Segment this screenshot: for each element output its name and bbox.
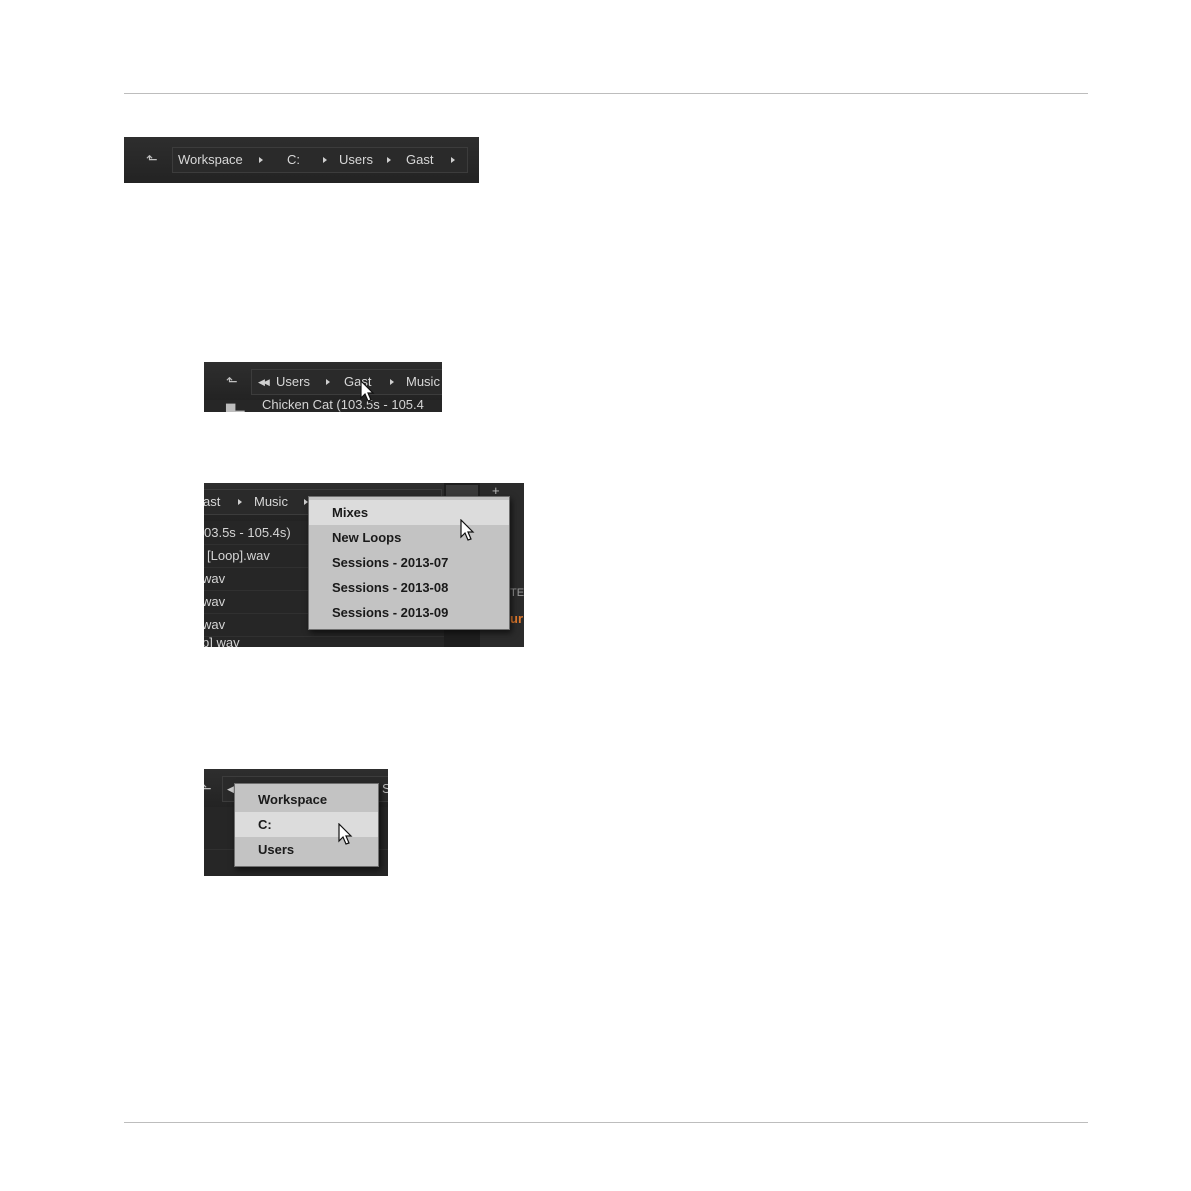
chevron-right-icon[interactable]: [390, 379, 394, 385]
truncated-breadcrumb-screenshot: ⬑ ◀◀ Users Gast Music ▇▃ Chicken Cat (10…: [204, 362, 442, 412]
file-name: [Loop].wav: [207, 548, 270, 563]
menu-item-label: Sessions - 2013-09: [332, 605, 449, 620]
menu-item-workspace[interactable]: Workspace: [235, 787, 378, 812]
breadcrumb-workspace[interactable]: Workspace: [178, 148, 243, 172]
breadcrumb-c[interactable]: C:: [287, 148, 300, 172]
menu-item-sessions-2013-08[interactable]: Sessions - 2013-08: [309, 575, 509, 600]
chevron-right-icon[interactable]: [238, 499, 242, 505]
menu-item-sessions-2013-07[interactable]: Sessions - 2013-07: [309, 550, 509, 575]
side-label: TE: [510, 587, 524, 599]
menu-item-users[interactable]: Users: [235, 837, 378, 862]
up-arrow-icon[interactable]: ⬑: [226, 373, 238, 389]
double-chevron-left-icon[interactable]: ◀◀: [258, 370, 270, 394]
subfolder-menu: Mixes New Loops Sessions - 2013-07 Sessi…: [308, 496, 510, 630]
mouse-cursor-icon: [360, 380, 375, 402]
breadcrumb-gast[interactable]: Gast: [406, 148, 433, 172]
subfolder-menu-screenshot: ast Music + TE ur 03.5s - 105.4s) [Loop]…: [204, 483, 524, 647]
list-item[interactable]: ▇▃ Chicken Cat (103.5s - 105.4: [204, 397, 442, 412]
side-label-accent: ur: [510, 611, 523, 626]
menu-item-mixes[interactable]: Mixes: [309, 500, 509, 525]
menu-item-c[interactable]: C:: [235, 812, 378, 837]
mouse-cursor-icon: [460, 519, 475, 541]
breadcrumb-gast[interactable]: ast: [204, 490, 220, 514]
menu-item-sessions-2013-09[interactable]: Sessions - 2013-09: [309, 600, 509, 625]
menu-item-label: Workspace: [258, 792, 328, 807]
breadcrumb-users[interactable]: Users: [276, 370, 310, 394]
file-name: wav: [204, 594, 226, 609]
breadcrumb-edge-letter[interactable]: S: [382, 777, 388, 801]
double-chevron-left-icon[interactable]: ◀: [227, 777, 234, 801]
up-arrow-icon[interactable]: ⬑: [146, 151, 158, 167]
list-item[interactable]: p] wav: [204, 635, 444, 647]
breadcrumb: Workspace C: Users Gast: [172, 147, 468, 173]
breadcrumb: ◀◀ Users Gast Music: [251, 369, 442, 395]
mouse-cursor-icon: [338, 823, 353, 845]
file-name: p] wav: [204, 635, 240, 647]
breadcrumb-music[interactable]: Music: [406, 370, 440, 394]
menu-item-label: C:: [258, 817, 272, 832]
chevron-right-icon[interactable]: [259, 157, 263, 163]
chevron-right-icon[interactable]: [326, 379, 330, 385]
menu-item-label: Sessions - 2013-08: [332, 580, 449, 595]
header-rule: [124, 93, 1088, 94]
chevron-right-icon[interactable]: [323, 157, 327, 163]
file-name: Chicken Cat (103.5s - 105.4: [262, 397, 424, 412]
menu-item-label: New Loops: [332, 530, 402, 545]
menu-item-new-loops[interactable]: New Loops: [309, 525, 509, 550]
parent-folders-menu-screenshot: ⬑ ◀ S Workspace C: Users: [204, 769, 388, 876]
breadcrumb-music[interactable]: Music: [254, 490, 288, 514]
file-name: wav: [204, 571, 226, 586]
breadcrumb-screenshot: ⬑ Workspace C: Users Gast: [124, 137, 479, 183]
menu-item-label: Sessions - 2013-07: [332, 555, 449, 570]
chevron-right-icon[interactable]: [387, 157, 391, 163]
waveform-icon: ▇▃: [226, 402, 245, 412]
menu-item-label: Mixes: [332, 505, 369, 520]
breadcrumb-users[interactable]: Users: [339, 148, 373, 172]
chevron-right-icon[interactable]: [451, 157, 455, 163]
menu-item-label: Users: [258, 842, 295, 857]
parent-folders-menu: Workspace C: Users: [234, 783, 379, 867]
location-bar: ⬑ Workspace C: Users Gast: [124, 137, 479, 183]
footer-rule: [124, 1122, 1088, 1123]
file-name: 03.5s - 105.4s): [204, 525, 291, 540]
up-arrow-icon[interactable]: ⬑: [204, 780, 212, 796]
